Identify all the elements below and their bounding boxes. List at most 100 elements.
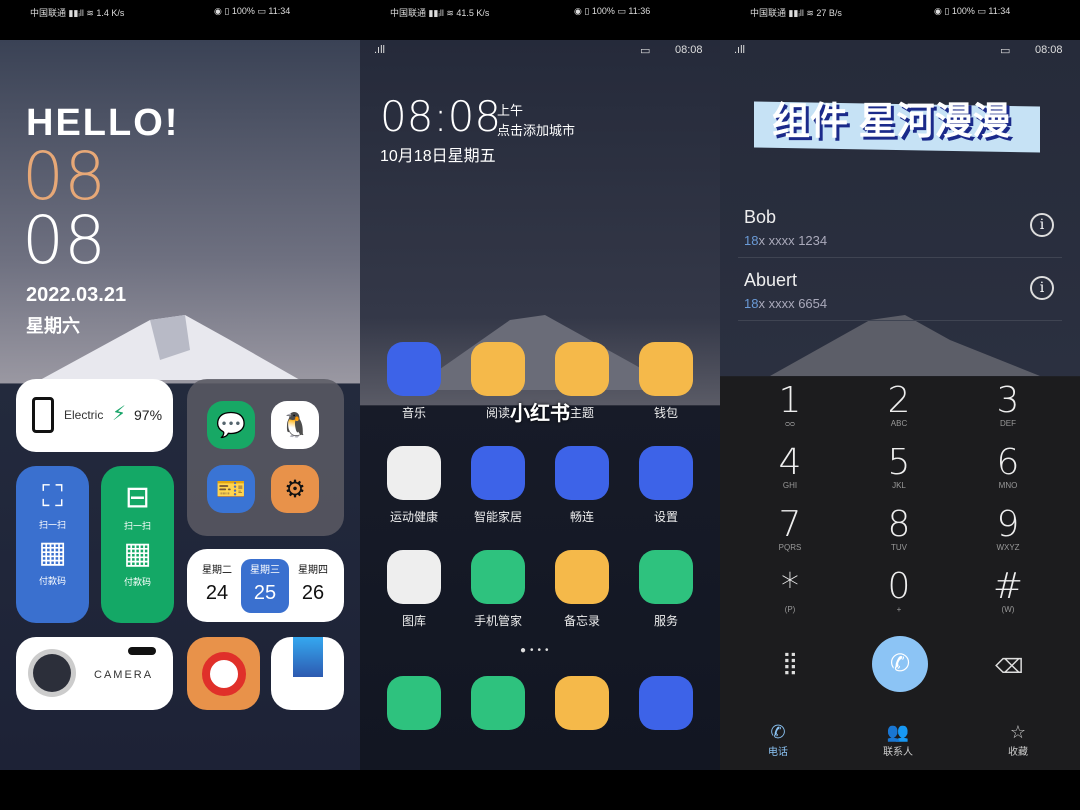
weibo-icon[interactable]	[187, 637, 260, 710]
calendar-widget[interactable]: 星期二 24 星期三 25 星期四 26	[187, 549, 344, 622]
dial-key[interactable]: 8 TUV	[849, 504, 949, 552]
key-letters: (W)	[1001, 605, 1015, 614]
clock[interactable]: 08:08	[380, 92, 501, 141]
day-number: 25	[253, 582, 277, 604]
time: 11:34	[268, 6, 291, 16]
battery-label: Electric	[64, 408, 104, 422]
tab-0[interactable]: ✆ 电话	[738, 722, 818, 758]
heart-icon[interactable]	[387, 446, 441, 500]
am-pm: 上午	[497, 103, 524, 118]
dial-key[interactable]: 4 GHI	[740, 442, 840, 490]
paintbrush-icon[interactable]	[555, 342, 609, 396]
books-icon[interactable]	[471, 342, 525, 396]
info-icon[interactable]: i	[1030, 213, 1054, 237]
dial-key[interactable]: 0 +	[849, 566, 949, 614]
banner-title: 组件 星河漫漫	[772, 101, 1011, 143]
calendar-day[interactable]: 星期二 24	[193, 561, 241, 605]
backspace-icon[interactable]: ⌫	[995, 654, 1023, 679]
key-digit: 3	[996, 380, 1020, 421]
service-icon[interactable]	[639, 550, 693, 604]
key-digit: 9	[996, 504, 1020, 545]
key-digit: 1	[778, 380, 802, 421]
key-digit: 7	[778, 504, 802, 545]
date: 2022.03.21	[26, 284, 127, 306]
dial-key[interactable]: 3 DEF	[958, 380, 1058, 428]
dial-key[interactable]: 5 JKL	[849, 442, 949, 490]
key-letters: +	[896, 605, 902, 614]
qq-icon[interactable]: 🐧	[271, 401, 319, 449]
gallery-icon[interactable]	[387, 550, 441, 604]
app-label: 备忘录	[563, 614, 600, 628]
theme-brush-icon[interactable]	[271, 637, 344, 710]
dial-key[interactable]: 6 MNO	[958, 442, 1058, 490]
gear-icon[interactable]	[639, 446, 693, 500]
camera-label: CAMERA	[94, 669, 154, 681]
battery-widget[interactable]: Electric ⚡ 97%	[16, 379, 173, 452]
scan-label: 扫一扫	[123, 521, 151, 531]
app-folder[interactable]: 💬 🐧 🎫 ⚙	[187, 379, 344, 536]
tab-label: 收藏	[1008, 747, 1028, 758]
phone-time: 08:08	[1035, 44, 1063, 56]
recent-call-item[interactable]: Abuert 18x xxxx 6654 i	[738, 258, 1062, 321]
notes-icon[interactable]	[555, 550, 609, 604]
wallet-icon[interactable]	[639, 342, 693, 396]
add-city-link[interactable]: 点击添加城市	[497, 120, 575, 139]
battery-icon: ▭	[640, 45, 651, 57]
dial-key[interactable]: 2 ABC	[849, 380, 949, 428]
speaker-icon[interactable]	[471, 446, 525, 500]
carrier: 中国联通	[30, 8, 67, 18]
camera-toggle[interactable]	[128, 647, 156, 655]
call-button[interactable]: ✆	[872, 636, 928, 692]
key-letters: ᴑᴑ	[785, 419, 795, 428]
card-app-icon[interactable]: 🎫	[207, 465, 255, 513]
key-letters: GHI	[782, 481, 798, 490]
app-label: 畅连	[569, 510, 594, 524]
dial-key[interactable]: * (P)	[740, 566, 840, 614]
scan-icon: ⛶	[42, 480, 63, 513]
phone-time: 08:08	[675, 44, 703, 56]
camera-icon[interactable]	[639, 676, 693, 730]
tab-1[interactable]: 👥 联系人	[858, 722, 938, 758]
day-number: 24	[205, 582, 229, 604]
dial-key[interactable]: 7 PQRS	[740, 504, 840, 552]
key-digit: 2	[887, 380, 911, 421]
phone-icon: ✆	[770, 722, 786, 742]
dial-key[interactable]: 9 WXYZ	[958, 504, 1058, 552]
pay-code-label: 付款码	[123, 577, 151, 587]
settings-gear-icon[interactable]: ⚙	[271, 465, 319, 513]
status-bar: 中国联通 ▮▮ᵢll ≋ 41.5 K/s ◉ ▯ 100% ▭ 11:36	[390, 6, 651, 18]
recent-call-item[interactable]: Bob 18x xxxx 1234 i	[738, 195, 1062, 258]
webcam-icon[interactable]	[555, 446, 609, 500]
lightning-icon: ⚡	[112, 403, 127, 425]
battery-percent: 100%	[591, 6, 615, 16]
key-letters: PQRS	[778, 543, 802, 552]
calendar-day[interactable]: 星期三 25	[241, 561, 289, 605]
watermark: 小红书	[510, 403, 570, 425]
net-speed: 41.5 K/s	[456, 8, 490, 18]
scan-label: 扫一扫	[38, 520, 66, 530]
wechat-icon[interactable]: 💬	[207, 401, 255, 449]
dialpad-toggle-icon[interactable]: ⣿	[782, 650, 798, 676]
piano-icon[interactable]	[387, 342, 441, 396]
number-prefix: 18	[744, 296, 759, 311]
app-label: 手机管家	[473, 614, 522, 628]
status-bar: 中国联通 ▮▮ᵢll ≋ 1.4 K/s ◉ ▯ 100% ▭ 11:34	[30, 6, 291, 18]
contact-name: Abuert	[744, 270, 798, 290]
shield-icon[interactable]	[471, 550, 525, 604]
browser-icon[interactable]	[555, 676, 609, 730]
camera-widget[interactable]: CAMERA	[16, 637, 173, 710]
key-letters: TUV	[891, 543, 907, 552]
dial-key[interactable]: 1 ᴑᴑ	[740, 380, 840, 428]
calendar-day[interactable]: 星期四 26	[289, 561, 337, 605]
day-number: 26	[301, 582, 325, 604]
phone-number: x xxxx 1234	[758, 233, 828, 248]
weekday: 星期六	[26, 316, 80, 336]
wechat-scan-widget[interactable]: ⊟ 扫一扫 ▦ 付款码	[101, 466, 174, 623]
phone-icon[interactable]	[387, 676, 441, 730]
dial-key[interactable]: # (W)	[958, 566, 1058, 614]
info-icon[interactable]: i	[1030, 276, 1054, 300]
page-indicator[interactable]: ●•••	[520, 645, 553, 656]
alipay-scan-widget[interactable]: ⛶ 扫一扫 ▦ 付款码	[16, 466, 89, 623]
message-icon[interactable]	[471, 676, 525, 730]
tab-2[interactable]: ☆ 收藏	[978, 722, 1058, 758]
